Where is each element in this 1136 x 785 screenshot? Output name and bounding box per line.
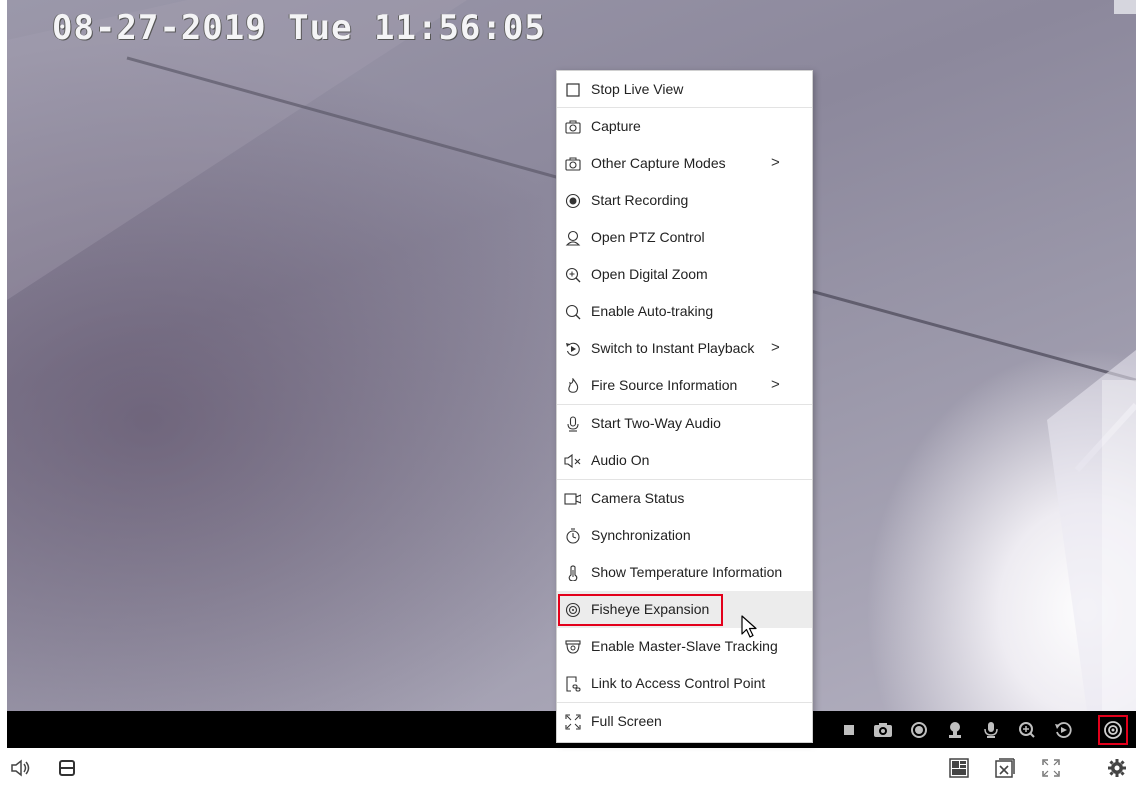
- ptz-icon[interactable]: [941, 716, 969, 744]
- camera-icon[interactable]: [869, 716, 897, 744]
- fisheye-icon: [564, 601, 581, 618]
- search-icon: [564, 303, 581, 320]
- flame-icon: [564, 377, 581, 394]
- fullscreen-icon[interactable]: [1040, 757, 1062, 779]
- record-icon[interactable]: [905, 716, 933, 744]
- menu-item-label: Synchronization: [591, 527, 691, 543]
- close-all-icon[interactable]: [994, 757, 1016, 779]
- camera-icon: [564, 118, 581, 135]
- menu-item-label: Capture: [591, 118, 641, 134]
- menu-item-label: Camera Status: [591, 490, 685, 506]
- submenu-arrow: >: [771, 376, 780, 393]
- menu-item-label: Other Capture Modes: [591, 155, 726, 171]
- playback-icon[interactable]: [1049, 716, 1077, 744]
- fisheye-icon[interactable]: [1098, 715, 1128, 745]
- menu-item-other-capture-modes[interactable]: Other Capture Modes >: [557, 145, 812, 182]
- menu-item-label: Enable Auto-traking: [591, 303, 714, 319]
- menu-item-camera-status[interactable]: Camera Status: [557, 480, 812, 517]
- menu-item-fisheye-expansion[interactable]: Fisheye Expansion: [557, 591, 812, 628]
- square-icon: [564, 81, 581, 98]
- menu-item-label: Enable Master-Slave Tracking: [591, 638, 778, 654]
- video-camera-icon: [564, 490, 581, 507]
- microphone-icon[interactable]: [977, 716, 1005, 744]
- submenu-arrow: >: [771, 154, 780, 171]
- menu-item-label: Switch to Instant Playback: [591, 340, 755, 356]
- menu-item-audio-on[interactable]: Audio On: [557, 442, 812, 479]
- menu-item-label: Show Temperature Information: [591, 564, 783, 580]
- menu-item-full-screen[interactable]: Full Screen: [557, 703, 812, 740]
- speaker-muted-icon[interactable]: [10, 757, 32, 779]
- menu-item-label: Link to Access Control Point: [591, 675, 766, 691]
- speaker-muted-icon: [564, 452, 581, 469]
- menu-item-link-to-access-control-point[interactable]: Link to Access Control Point: [557, 665, 812, 702]
- record-icon: [564, 192, 581, 209]
- menu-item-stop-live-view[interactable]: Stop Live View: [557, 71, 812, 108]
- zoom-in-icon[interactable]: [1013, 716, 1041, 744]
- door-link-icon: [564, 675, 581, 692]
- osd-datetime: 08-27-2019 Tue 11:56:05: [52, 8, 546, 48]
- mouse-cursor-icon: [741, 615, 757, 638]
- dome-camera-icon: [564, 638, 581, 655]
- context-menu: Stop Live View Capture Other Capture Mod…: [556, 70, 813, 743]
- save-icon[interactable]: [56, 757, 78, 779]
- bottom-bar: [0, 748, 1136, 785]
- fullscreen-icon: [564, 713, 581, 730]
- menu-item-switch-to-instant-playback[interactable]: Switch to Instant Playback >: [557, 330, 812, 367]
- menu-item-label: Fisheye Expansion: [591, 601, 710, 617]
- settings-gear-icon[interactable]: [1106, 757, 1128, 779]
- playback-icon: [564, 340, 581, 357]
- thermometer-icon: [564, 564, 581, 581]
- menu-item-capture[interactable]: Capture: [557, 108, 812, 145]
- menu-item-label: Start Two-Way Audio: [591, 415, 721, 431]
- menu-item-label: Fire Source Information: [591, 377, 738, 393]
- menu-item-enable-master-slave-tracking[interactable]: Enable Master-Slave Tracking: [557, 628, 812, 665]
- menu-item-label: Open PTZ Control: [591, 229, 705, 245]
- menu-item-start-recording[interactable]: Start Recording: [557, 182, 812, 219]
- menu-item-start-two-way-audio[interactable]: Start Two-Way Audio: [557, 405, 812, 442]
- camera-icon: [564, 155, 581, 172]
- ptz-icon: [564, 229, 581, 246]
- layout-icon[interactable]: [948, 757, 970, 779]
- stopwatch-icon: [564, 527, 581, 544]
- menu-item-enable-auto-tracking[interactable]: Enable Auto-traking: [557, 293, 812, 330]
- menu-item-label: Start Recording: [591, 192, 689, 208]
- menu-item-label: Full Screen: [591, 713, 662, 729]
- stop-icon[interactable]: [835, 716, 863, 744]
- menu-item-show-temperature-information[interactable]: Show Temperature Information: [557, 554, 812, 591]
- zoom-in-icon: [564, 266, 581, 283]
- corner-mark: [1114, 0, 1136, 14]
- menu-item-label: Open Digital Zoom: [591, 266, 708, 282]
- menu-item-open-ptz-control[interactable]: Open PTZ Control: [557, 219, 812, 256]
- menu-item-label: Audio On: [591, 452, 650, 468]
- submenu-arrow: >: [771, 339, 780, 356]
- microphone-icon: [564, 415, 581, 432]
- menu-item-fire-source-information[interactable]: Fire Source Information >: [557, 367, 812, 404]
- menu-item-label: Stop Live View: [591, 81, 684, 97]
- menu-item-synchronization[interactable]: Synchronization: [557, 517, 812, 554]
- menu-item-open-digital-zoom[interactable]: Open Digital Zoom: [557, 256, 812, 293]
